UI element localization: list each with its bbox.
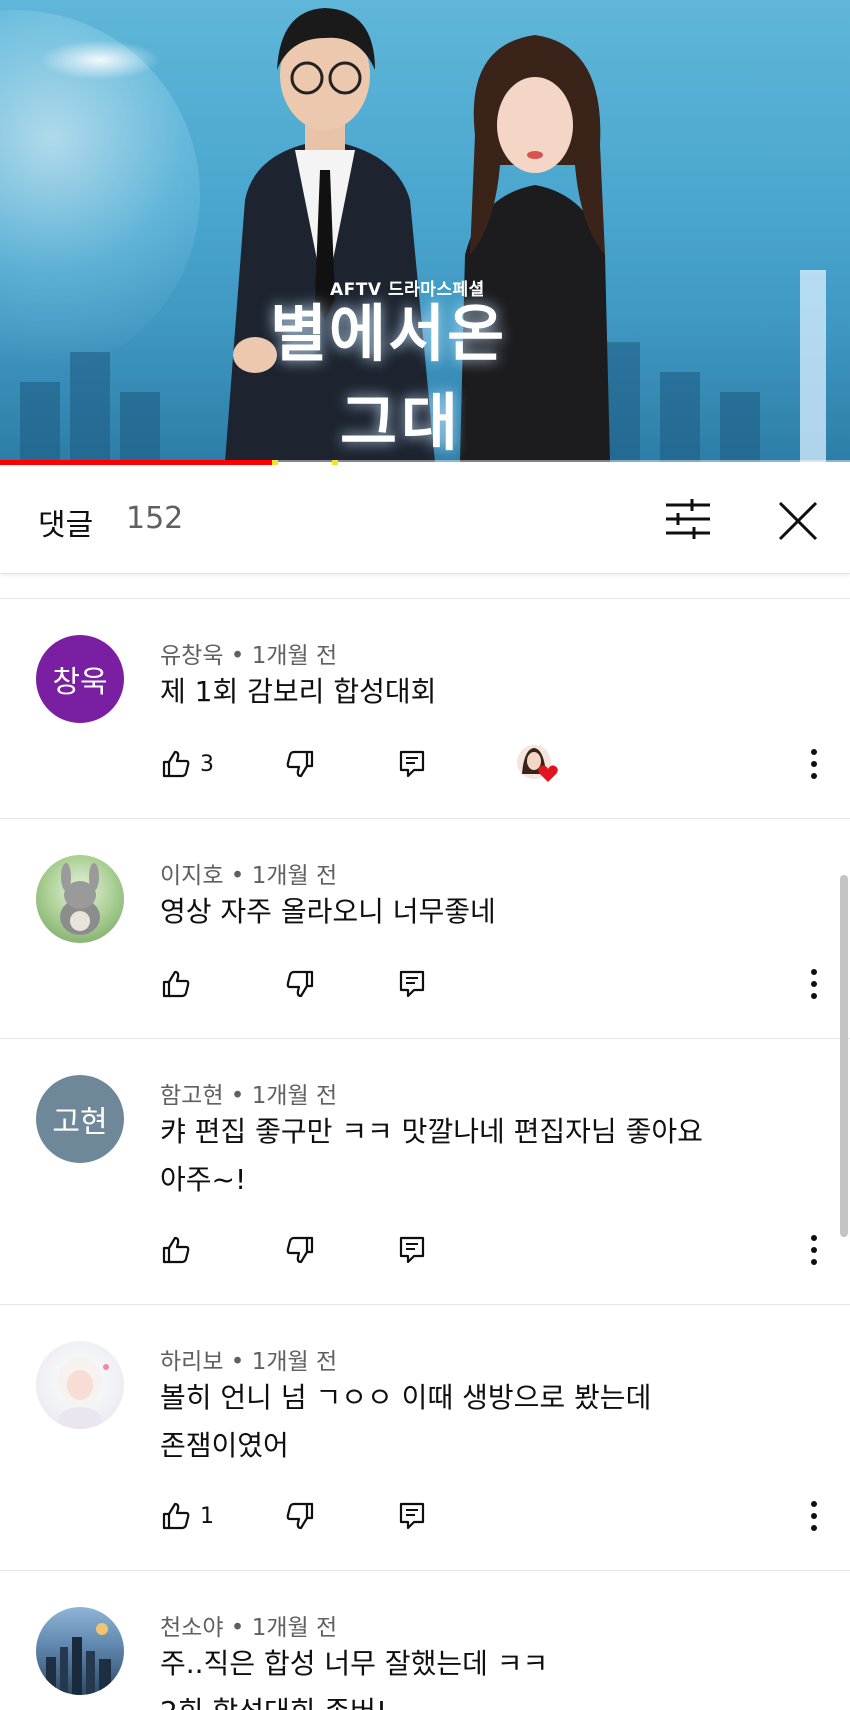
comment-author[interactable]: 이지호: [160, 863, 223, 889]
comments-title: 댓글: [38, 508, 94, 543]
comment-author[interactable]: 천소야: [160, 1615, 223, 1641]
creator-heart: [516, 742, 562, 786]
like-button[interactable]: [160, 962, 200, 1006]
building: [660, 372, 700, 462]
divider: [0, 818, 850, 819]
thumbs-up-icon: [162, 1236, 190, 1264]
woman-figure: [460, 35, 610, 462]
scrollbar[interactable]: [840, 875, 848, 1237]
comment-item: 천소야 • 1개월 전 주..직은 합성 너무 잘했는데 ㅋㅋ 2회 합성대회 …: [0, 1572, 850, 1710]
dislike-button[interactable]: [284, 1228, 316, 1272]
comment-text: 주..직은 합성 너무 잘했는데 ㅋㅋ 2회 합성대회 존버!: [160, 1647, 549, 1710]
divider: [0, 1038, 850, 1039]
video-title-line1: 별에서온: [270, 297, 507, 370]
more-options-icon[interactable]: [798, 1232, 830, 1268]
comment-meta: 하리보 • 1개월 전: [160, 1342, 337, 1376]
sort-sliders-icon[interactable]: [664, 497, 712, 541]
thumbs-down-icon: [286, 1236, 314, 1264]
city-avatar-image: [46, 1623, 111, 1695]
comment-meta: 이지호 • 1개월 전: [160, 856, 337, 890]
thumbs-up-icon: [162, 970, 190, 998]
comment-text: 제 1회 감보리 합성대회: [160, 675, 437, 708]
building: [70, 352, 110, 462]
comment-actions: [160, 962, 830, 1006]
comment-meta: 천소야 • 1개월 전: [160, 1608, 337, 1642]
comment-time: 1개월 전: [251, 863, 338, 889]
meta-separator: •: [230, 643, 245, 669]
divider: [0, 1570, 850, 1571]
like-count: 3: [200, 751, 214, 777]
skyscraper: [800, 270, 826, 462]
thumbs-down-icon: [286, 750, 314, 778]
comment-time: 1개월 전: [251, 1083, 338, 1109]
light-flare: [40, 40, 160, 80]
comment-text: 영상 자주 올라오니 너무좋네: [160, 895, 496, 928]
reply-button[interactable]: [398, 962, 426, 1006]
dislike-button[interactable]: [284, 742, 316, 786]
dislike-button[interactable]: [284, 1494, 316, 1538]
rabbit-avatar-image: [60, 863, 100, 935]
thumbs-up-icon: [162, 1502, 190, 1530]
reply-icon: [399, 1236, 425, 1264]
comment-time: 1개월 전: [251, 643, 338, 669]
avatar[interactable]: [36, 1341, 124, 1429]
comment-author[interactable]: 유창욱: [160, 643, 223, 669]
building: [720, 392, 760, 462]
more-options-icon[interactable]: [798, 746, 830, 782]
comment-text: 볼히 언니 넘 ㄱㅇㅇ 이때 생방으로 봤는데 존잼이였어: [160, 1381, 652, 1462]
like-count: 1: [200, 1503, 214, 1529]
comment-item: 고현 함고현 • 1개월 전 캬 편집 좋구만 ㅋㅋ 맛깔나네 편집자님 좋아요…: [0, 1040, 850, 1304]
comment-meta: 유창욱 • 1개월 전: [160, 636, 337, 670]
divider: [0, 1304, 850, 1305]
comment-actions: 1: [160, 1494, 830, 1538]
video-player[interactable]: AFTV 드라마스페셜 별에서온 그대: [0, 0, 850, 462]
comment-time: 1개월 전: [251, 1349, 338, 1375]
comments-header: 댓글 152: [0, 465, 850, 574]
like-button[interactable]: 3: [160, 742, 214, 786]
avatar[interactable]: [36, 855, 124, 943]
comment-actions: [160, 1228, 830, 1272]
comment-item: 이지호 • 1개월 전 영상 자주 올라오니 너무좋네: [0, 820, 850, 1038]
thumbs-up-icon: [162, 750, 190, 778]
reply-icon: [399, 750, 425, 778]
comment-author[interactable]: 하리보: [160, 1349, 223, 1375]
avatar[interactable]: [36, 1607, 124, 1695]
meta-separator: •: [230, 1615, 245, 1641]
more-options-icon[interactable]: [798, 966, 830, 1002]
comment-text: 캬 편집 좋구만 ㅋㅋ 맛깔나네 편집자님 좋아요 아주~!: [160, 1115, 703, 1196]
avatar[interactable]: 창욱: [36, 635, 124, 723]
thumbs-down-icon: [286, 1502, 314, 1530]
reply-button[interactable]: [398, 742, 426, 786]
dislike-button[interactable]: [284, 962, 316, 1006]
comment-item: 하리보 • 1개월 전 볼히 언니 넘 ㄱㅇㅇ 이때 생방으로 봤는데 존잼이였…: [0, 1306, 850, 1570]
comment-author[interactable]: 함고현: [160, 1083, 223, 1109]
building: [20, 382, 60, 462]
comment-actions: 3: [160, 742, 830, 786]
creator-heart-icon: [517, 745, 558, 782]
girl-avatar-image: [58, 1357, 109, 1429]
close-icon[interactable]: [772, 495, 824, 547]
thumbs-down-icon: [286, 970, 314, 998]
divider: [0, 598, 850, 599]
meta-separator: •: [230, 1083, 245, 1109]
reply-icon: [399, 970, 425, 998]
video-title-line2: 그대: [340, 386, 463, 459]
comments-count: 152: [126, 501, 184, 536]
reply-button[interactable]: [398, 1494, 426, 1538]
reply-button[interactable]: [398, 1228, 426, 1272]
meta-separator: •: [230, 863, 245, 889]
like-button[interactable]: 1: [160, 1494, 214, 1538]
more-options-icon[interactable]: [798, 1498, 830, 1534]
comment-item: 창욱 유창욱 • 1개월 전 제 1회 감보리 합성대회 3: [0, 600, 850, 818]
comment-time: 1개월 전: [251, 1615, 338, 1641]
reply-icon: [399, 1502, 425, 1530]
meta-separator: •: [230, 1349, 245, 1375]
like-button[interactable]: [160, 1228, 200, 1272]
comment-meta: 함고현 • 1개월 전: [160, 1076, 337, 1110]
building: [120, 392, 160, 462]
avatar[interactable]: 고현: [36, 1075, 124, 1163]
